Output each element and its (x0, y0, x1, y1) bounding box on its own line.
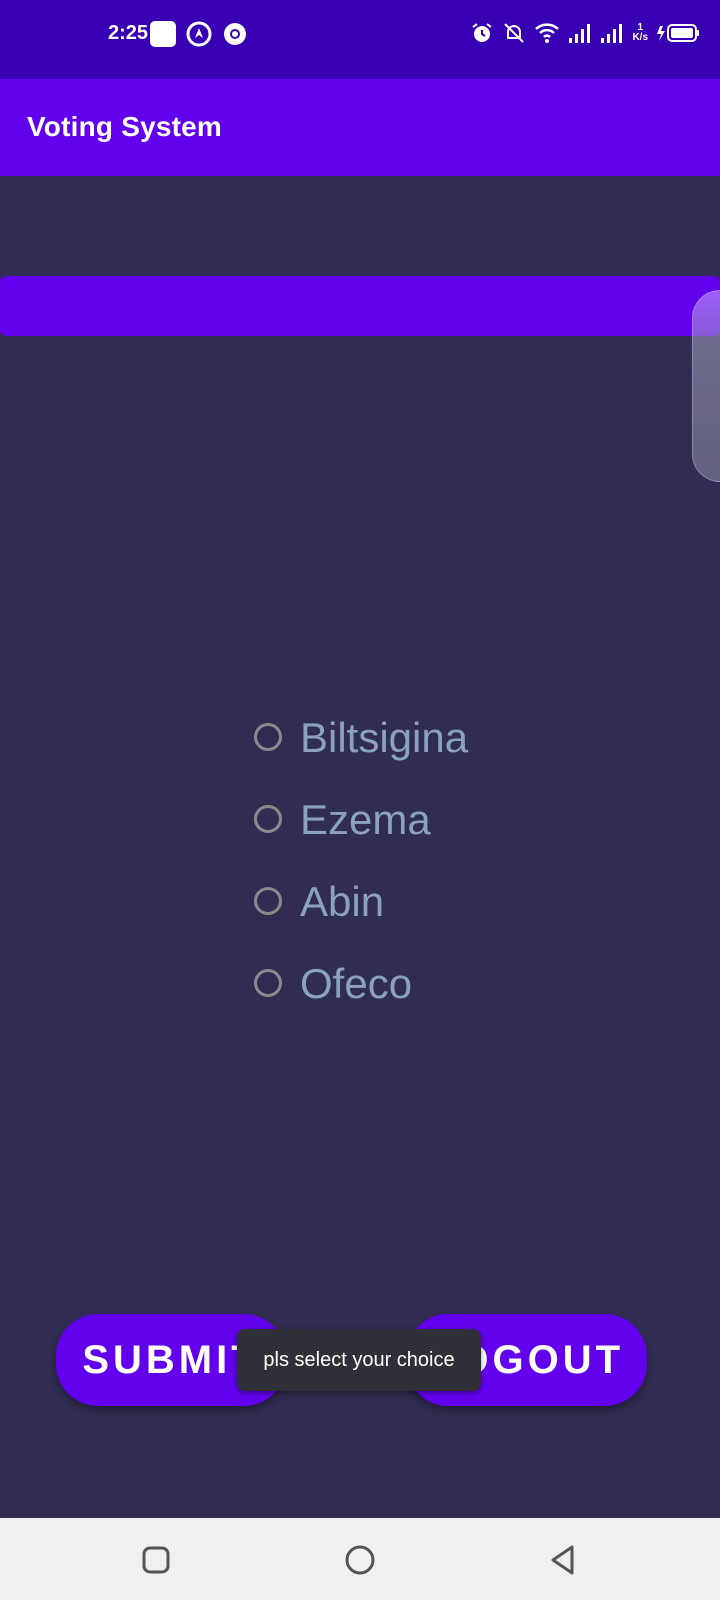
candidate-option[interactable]: Ofeco (254, 946, 468, 1028)
navigation-icon (186, 21, 212, 47)
status-time: 2:25 (108, 22, 149, 44)
status-right-icons: 1 K/s (470, 21, 700, 45)
candidate-radio-group: Biltsigina Ezema Abin Ofeco (254, 700, 468, 1028)
app-square-icon (150, 21, 176, 47)
candidate-label: Abin (300, 878, 385, 925)
edge-panel-handle[interactable] (692, 290, 720, 482)
header-banner (0, 276, 720, 336)
navigation-bar (0, 1518, 720, 1600)
radio-button[interactable] (254, 723, 282, 751)
app-bar: Voting System (0, 79, 720, 176)
candidate-label: Biltsigina (300, 714, 469, 761)
battery-charging-icon (657, 24, 699, 42)
candidate-option[interactable]: Abin (254, 864, 468, 946)
back-icon[interactable] (544, 1540, 584, 1580)
toast-message: pls select your choice (237, 1329, 481, 1391)
status-bar: 2:25 1 K/s (0, 0, 720, 79)
data-speed-icon: 1 K/s (632, 23, 648, 43)
signal-icon (569, 24, 591, 43)
radio-button[interactable] (254, 969, 282, 997)
candidate-option[interactable]: Ezema (254, 782, 468, 864)
chrome-icon (224, 23, 246, 45)
status-left-icons (150, 21, 248, 47)
app-title: Voting System (27, 111, 223, 142)
data-speed-unit: K/s (632, 32, 648, 43)
radio-button[interactable] (254, 805, 282, 833)
candidate-label: Ezema (300, 796, 431, 843)
alarm-icon (472, 23, 493, 42)
wifi-icon (535, 23, 560, 43)
radio-button[interactable] (254, 887, 282, 915)
signal-icon (601, 24, 623, 43)
candidate-option[interactable]: Biltsigina (254, 700, 468, 782)
recents-icon[interactable] (136, 1540, 176, 1580)
mute-icon (504, 23, 525, 43)
candidate-label: Ofeco (300, 960, 413, 1007)
home-icon[interactable] (340, 1540, 380, 1580)
